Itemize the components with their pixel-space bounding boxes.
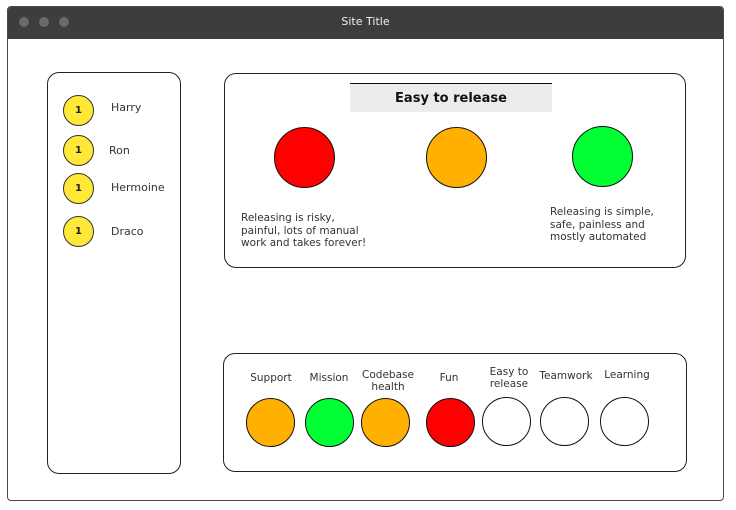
title-bar: Site Title xyxy=(8,7,723,39)
metric-status-mission[interactable] xyxy=(305,398,354,447)
red-light-icon xyxy=(274,127,335,188)
green-light-icon xyxy=(572,126,633,187)
person-name: Hermoine xyxy=(111,181,165,194)
metric-status-learning[interactable] xyxy=(600,397,649,446)
browser-window: Site Title 1 Harry 1 Ron 1 Hermoine 1 Dr… xyxy=(7,6,724,501)
red-description: Releasing is risky, painful, lots of man… xyxy=(241,212,367,249)
metric-label-fun: Fun xyxy=(439,372,459,384)
person-name: Harry xyxy=(111,101,142,114)
avatar: 1 xyxy=(63,95,94,126)
amber-light-icon xyxy=(426,127,487,188)
metric-status-teamwork[interactable] xyxy=(540,397,589,446)
metrics-panel: Support Mission Codebase health Fun Easy… xyxy=(223,353,687,472)
avatar: 1 xyxy=(63,135,94,166)
metric-label-teamwork: Teamwork xyxy=(539,370,593,382)
metric-label-mission: Mission xyxy=(309,372,349,384)
window-title: Site Title xyxy=(341,15,390,28)
metric-detail-panel: Easy to release Releasing is risky, pain… xyxy=(224,73,686,268)
person-name: Ron xyxy=(109,144,130,157)
person-name: Draco xyxy=(111,225,144,238)
metric-label-easy-to-release: Easy to release xyxy=(489,366,529,390)
avatar: 1 xyxy=(63,173,94,204)
metric-status-fun[interactable] xyxy=(426,398,475,447)
avatar: 1 xyxy=(63,216,94,247)
people-panel: 1 Harry 1 Ron 1 Hermoine 1 Draco xyxy=(47,72,181,474)
metric-status-support[interactable] xyxy=(246,398,295,447)
metric-label-codebase-health: Codebase health xyxy=(362,369,414,393)
metric-status-codebase-health[interactable] xyxy=(361,398,410,447)
metric-status-easy-to-release[interactable] xyxy=(482,397,531,446)
metric-label-learning: Learning xyxy=(604,369,650,381)
detail-title: Easy to release xyxy=(350,83,552,112)
green-description: Releasing is simple, safe, painless and … xyxy=(550,206,654,243)
